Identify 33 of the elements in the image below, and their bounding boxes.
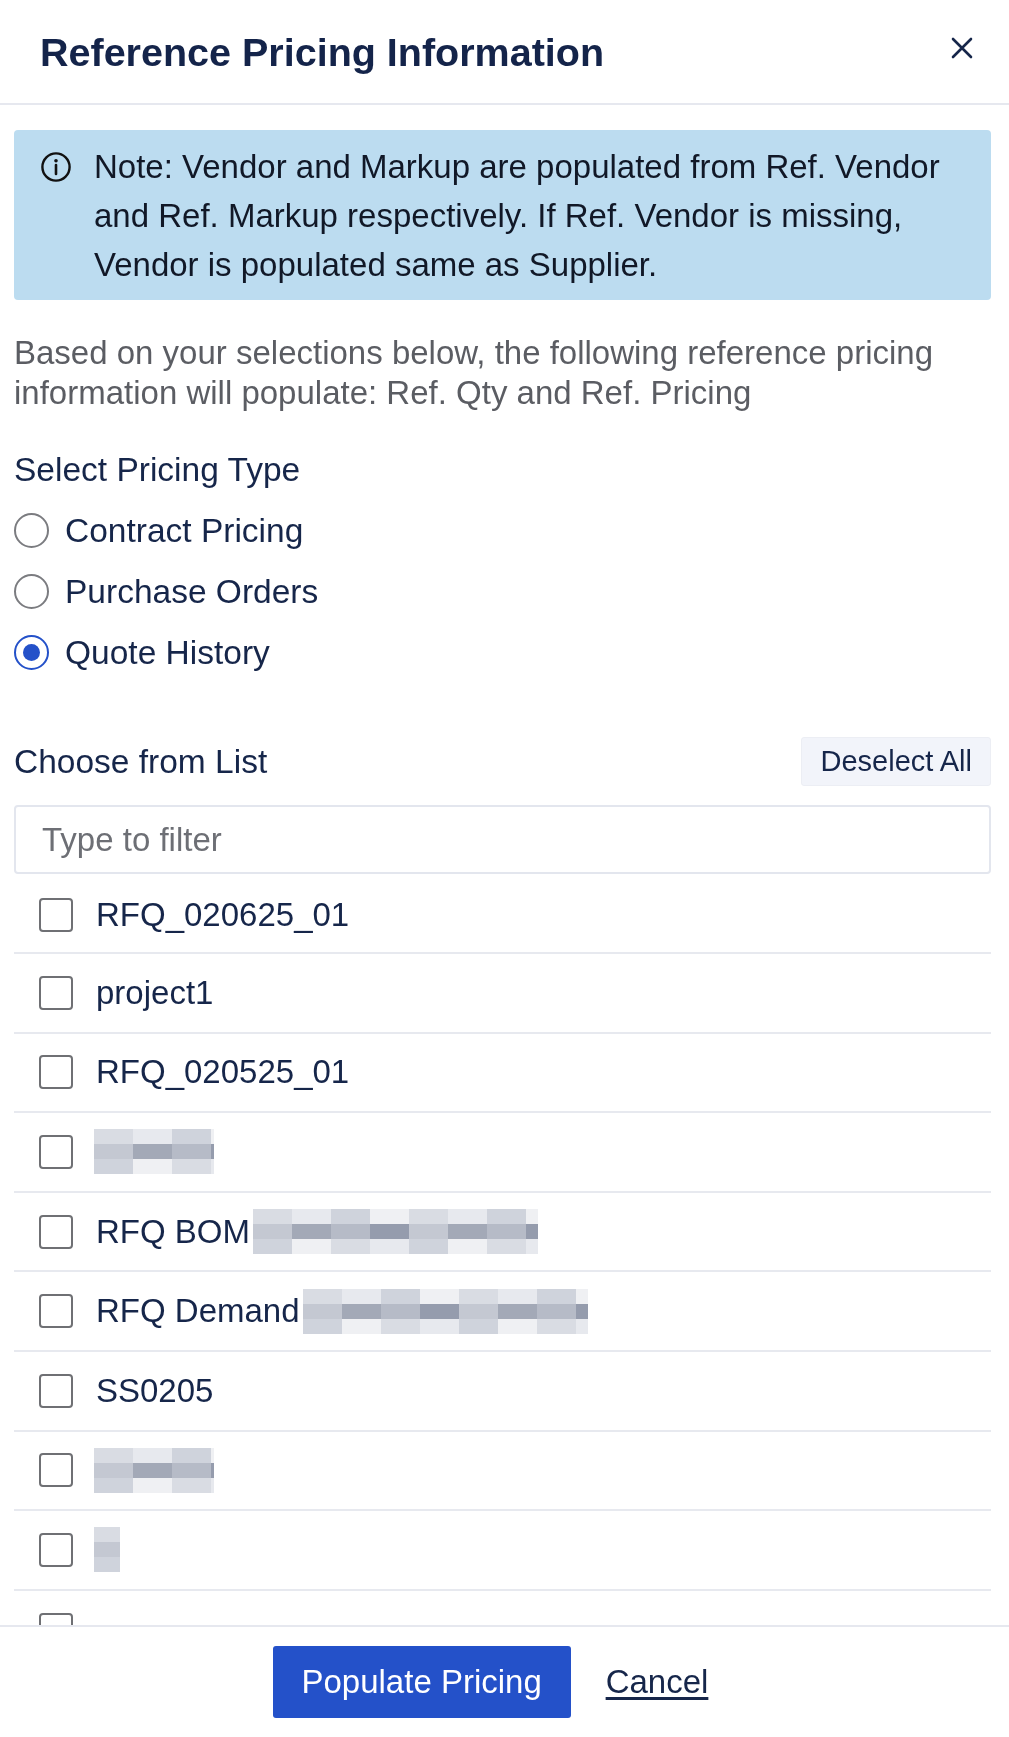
description-text: Based on your selections below, the following reference pricing information will populate: Ref. Qty and Ref. Pricing	[14, 333, 935, 413]
option-label: SS0205	[96, 1370, 214, 1411]
section-label: Choose from List	[14, 741, 268, 782]
cancel-link[interactable]: Cancel	[605, 1663, 709, 1701]
option-label: RFQ_020625_01	[96, 894, 350, 935]
close-icon	[951, 36, 973, 59]
checkbox[interactable]	[39, 1294, 73, 1329]
radio-label: Purchase Orders	[65, 571, 319, 612]
populate-pricing-button[interactable]: Populate Pricing	[272, 1646, 571, 1718]
note-text: Note: Vendor and Markup are populated from Ref. Vendor and Ref. Markup respectively. If Ref. Vendor is missing, Vendor is populated same as Supplier.	[94, 147, 941, 285]
filter-field[interactable]: Type to filter	[14, 805, 991, 874]
checkbox[interactable]	[39, 1532, 73, 1567]
radio-label: Quote History	[65, 632, 270, 673]
checkbox[interactable]	[39, 1453, 73, 1488]
checkbox[interactable]	[39, 1055, 73, 1090]
checkbox[interactable]	[39, 975, 73, 1010]
section-label: Select Pricing Type	[14, 450, 302, 490]
option-label: RFQ_020525_01	[96, 1052, 350, 1093]
radio-button[interactable]	[14, 574, 49, 609]
checkbox[interactable]	[39, 897, 73, 932]
radio-button[interactable]	[14, 635, 49, 670]
option-label: RFQ BOM	[96, 1211, 250, 1252]
info-icon	[41, 151, 71, 182]
radio-button[interactable]	[14, 513, 49, 548]
checkbox[interactable]	[39, 1135, 73, 1169]
deselect-all-button[interactable]: Deselect All	[801, 737, 991, 786]
checkbox[interactable]	[39, 1214, 73, 1249]
option-label: RFQ Demand	[96, 1291, 300, 1332]
dialog-title: Reference Pricing Information	[40, 28, 605, 76]
pixelated-redaction	[94, 1527, 120, 1573]
option-label: project1	[96, 972, 214, 1013]
checkbox[interactable]	[39, 1373, 73, 1408]
radio-label: Contract Pricing	[65, 510, 304, 551]
